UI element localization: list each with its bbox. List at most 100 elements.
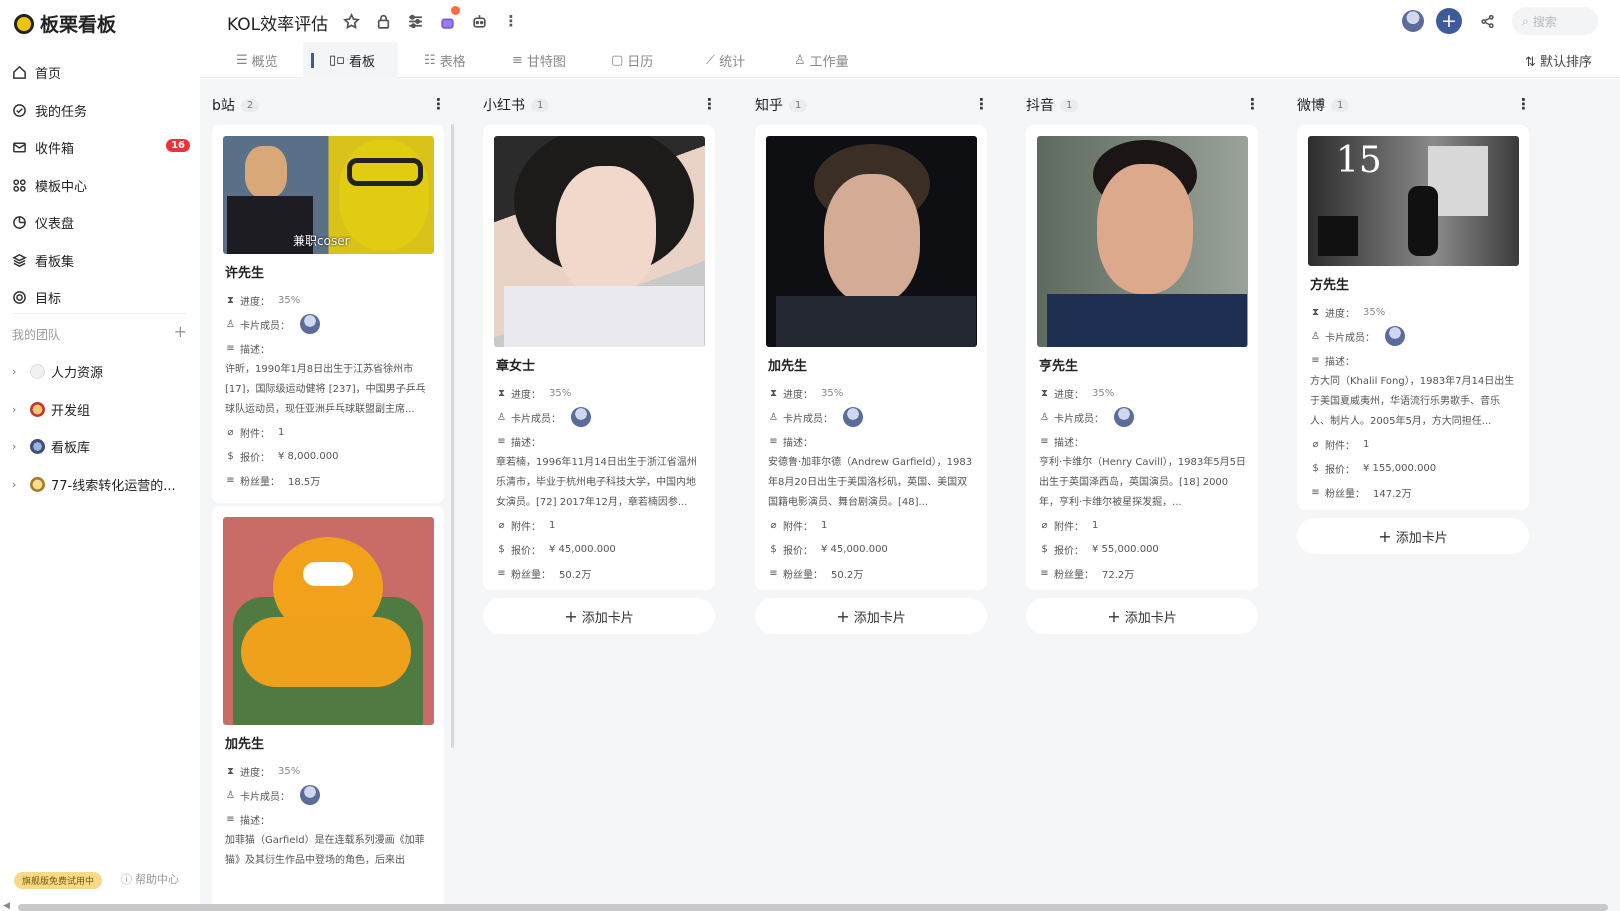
member-avatar[interactable] [300, 785, 320, 805]
text-icon: ≡ [497, 435, 506, 447]
card-description: 安德鲁·加菲尔德（Andrew Garfield），1983年8月20日出生于美… [768, 457, 973, 508]
team-item-dev[interactable]: › 开发组 [12, 391, 192, 429]
tab-gantt[interactable]: ≡ 甘特图 [512, 51, 566, 70]
robot-icon[interactable] [470, 12, 488, 30]
chevron-right-icon[interactable]: › [12, 478, 24, 491]
plus-icon: + [564, 606, 578, 626]
team-item-leads[interactable]: › 77-线索转化运营的... [12, 466, 192, 504]
card-title: 加先生 [225, 737, 265, 752]
paperclip-icon: ⌀ [770, 519, 777, 531]
tab-overview[interactable]: ☰ 概览 [236, 51, 278, 70]
column-more-icon[interactable]: ⋮ [974, 95, 989, 113]
fans-value: 50.2万 [831, 569, 864, 581]
kanban-card[interactable]: 15 方先生 ⧗ 进度： 35% ♙ 卡片成员： ≡ 描述： 方大同（Khalil Fo… [1297, 125, 1529, 510]
kanban-card[interactable]: 加先生 ⧗ 进度： 35% ♙ 卡片成员： ≡ 描述： 安德鲁·加菲尔德（Andrew … [755, 125, 987, 590]
share-icon[interactable] [1474, 14, 1500, 29]
column-title[interactable]: b站 [212, 95, 235, 115]
chevron-right-icon[interactable]: › [12, 440, 24, 453]
help-label: 帮助中心 [135, 873, 179, 886]
column-title[interactable]: 抖音 [1026, 95, 1054, 115]
tab-calendar[interactable]: ▢ 日历 [611, 51, 653, 70]
card-members-row: ♙ 卡片成员： [1308, 324, 1518, 348]
column-more-icon[interactable]: ⋮ [1245, 95, 1260, 113]
kanban-card[interactable]: 章女士 ⧗ 进度： 35% ♙ 卡片成员： ≡ 描述： 章若楠，1996年11月14日出… [483, 125, 715, 590]
tab-label: 看板 [348, 55, 375, 70]
tab-board[interactable]: ▯▫ 看板 [329, 51, 375, 70]
team-section-header: 我的团队 + [12, 324, 187, 343]
column-title[interactable]: 小红书 [483, 95, 525, 115]
add-card-button[interactable]: + 添加卡片 [1297, 518, 1529, 554]
field-label: 卡片成员： [240, 320, 290, 332]
card-attach-row: ⌀ 附件： 1 [494, 513, 704, 537]
chevron-right-icon[interactable]: › [12, 365, 24, 378]
add-card-button[interactable]: + 添加卡片 [483, 598, 715, 634]
chevron-right-icon[interactable]: › [12, 403, 24, 416]
user-avatar[interactable] [1402, 10, 1424, 32]
tab-statistics[interactable]: ⟋ 统计 [706, 51, 745, 70]
tab-table[interactable]: ☷ 表格 [424, 51, 466, 70]
column-title[interactable]: 知乎 [755, 95, 783, 115]
add-member-button[interactable]: + [1436, 8, 1462, 34]
lock-icon[interactable] [374, 12, 392, 30]
sort-button[interactable]: ⇅ 默认排序 [1525, 51, 1592, 70]
column-title[interactable]: 微博 [1297, 95, 1325, 115]
filter-settings-icon[interactable] [406, 12, 424, 30]
team-label: 开发组 [51, 403, 91, 419]
nav-item-dashboard[interactable]: 仪表盘 [12, 204, 192, 242]
kanban-card[interactable]: 兼职coser 许先生 ⧗ 进度： 35% ♙ 卡片成员： ≡ 描述： 许昕，1990年… [212, 125, 444, 503]
field-label: 卡片成员： [240, 791, 290, 803]
tab-workload[interactable]: ♙ 工作量 [794, 51, 849, 70]
nav-item-home[interactable]: 首页 [12, 54, 192, 92]
member-avatar[interactable] [843, 407, 863, 427]
plugin-icon[interactable] [438, 6, 460, 30]
card-description: 加菲猫（Garfield）是在连载系列漫画《加菲猫》及其衍生作品中登场的角色，后… [225, 835, 425, 866]
field-label: 进度： [1054, 389, 1084, 401]
column-more-icon[interactable]: ⋮ [431, 95, 446, 113]
column-more-icon[interactable]: ⋮ [702, 95, 717, 113]
portrait-face [1097, 164, 1193, 294]
team-item-hr[interactable]: › 人力资源 [12, 353, 192, 391]
app-logo[interactable]: 板栗看板 [14, 10, 116, 37]
add-card-button[interactable]: + 添加卡片 [1026, 598, 1258, 634]
field-label: 报价： [240, 452, 270, 464]
search-input[interactable]: ⌕ 搜索 [1512, 7, 1598, 35]
kanban-card[interactable]: 加先生 ⧗ 进度： 35% ♙ 卡片成员： ≡ 描述： 加菲猫（Garfield）是在连… [212, 506, 444, 911]
card-desc-row: ≡ 描述： [223, 807, 433, 831]
card-members-row: ♙ 卡片成员： [494, 405, 704, 429]
board-title[interactable]: KOL效率评估 [227, 10, 328, 35]
field-label: 附件： [1325, 440, 1355, 452]
hourglass-icon: ⧗ [497, 387, 506, 399]
team-item-board-lib[interactable]: › 看板库 [12, 428, 192, 466]
team-list: › 人力资源 › 开发组 › 看板库 › 77-线索转化运营的... [12, 353, 192, 503]
add-team-icon[interactable]: + [174, 324, 187, 343]
nav-item-board-sets[interactable]: 看板集 [12, 242, 192, 280]
add-card-label: 添加卡片 [853, 610, 906, 626]
card-members-row: ♙ 卡片成员： [1037, 405, 1247, 429]
more-options-icon[interactable]: ⋮ [502, 12, 520, 30]
horizontal-scrollbar[interactable] [18, 904, 1608, 911]
column-scrollbar[interactable] [451, 124, 454, 748]
nav-item-my-tasks[interactable]: 我的任务 [12, 92, 192, 130]
nav-item-inbox[interactable]: 收件箱 16 [12, 129, 192, 167]
member-avatar[interactable] [300, 314, 320, 334]
nav-item-goals[interactable]: 目标 [12, 279, 192, 317]
star-icon[interactable] [342, 12, 360, 30]
column-header: 微博 1 ⋮ [1297, 95, 1531, 115]
text-icon: ≡ [226, 813, 235, 825]
add-card-button[interactable]: + 添加卡片 [755, 598, 987, 634]
kanban-card[interactable]: 亨先生 ⧗ 进度： 35% ♙ 卡片成员： ≡ 描述： 亨利·卡维尔（Henry Cav… [1026, 125, 1258, 590]
team-label: 77-线索转化运营的... [51, 478, 176, 494]
member-avatar[interactable] [1114, 407, 1134, 427]
member-avatar[interactable] [571, 407, 591, 427]
nav-item-templates[interactable]: 模板中心 [12, 167, 192, 205]
column-more-icon[interactable]: ⋮ [1516, 95, 1531, 113]
hourglass-icon: ⧗ [226, 765, 235, 777]
scroll-left-icon[interactable]: ◀ [3, 901, 10, 911]
trial-badge[interactable]: 旗舰版免费试用中 [14, 872, 103, 889]
member-avatar[interactable] [1385, 326, 1405, 346]
help-center-link[interactable]: ⓘ 帮助中心 [121, 871, 179, 887]
portrait-face [556, 166, 656, 296]
field-label: 报价： [783, 545, 813, 557]
card-title: 加先生 [768, 359, 808, 374]
card-progress-row: ⧗ 进度： 35% [1037, 381, 1247, 405]
